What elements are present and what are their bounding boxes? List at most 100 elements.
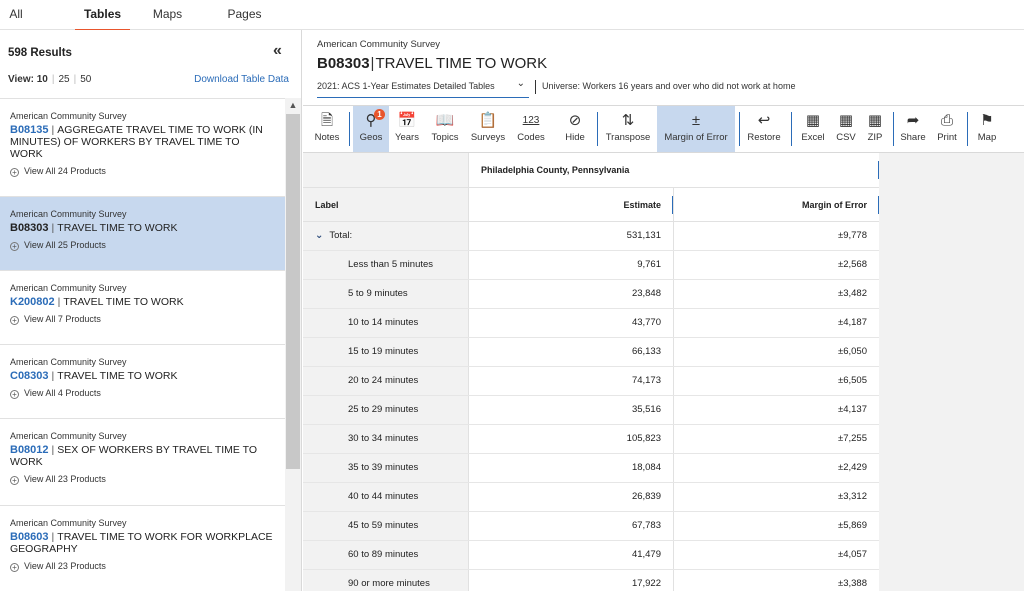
margin-of-error-button[interactable]: ± Margin of Error (657, 106, 735, 152)
undo-icon: ↩ (757, 112, 771, 129)
map-icon: ⚑ (980, 112, 994, 129)
table-row: 30 to 34 minutes 105,823 ±7,255 (303, 425, 879, 454)
results-panel: 598 Results « View: 10 | 25 | 50 Download Ta… (0, 30, 302, 591)
restore-button[interactable]: ↩ Restore (743, 106, 785, 152)
list-item[interactable]: American Community Survey B08303 | TRAVEL … (0, 197, 285, 271)
row-label: 15 to 19 minutes (303, 338, 469, 366)
item-title-line: K200802 | TRAVEL TIME TO WORK (10, 296, 184, 308)
hide-button[interactable]: ⊘ Hide (557, 106, 593, 152)
item-title-line: B08303 | TRAVEL TIME TO WORK (10, 222, 178, 234)
list-item[interactable]: American Community Survey B08603 | TRAVEL … (0, 506, 285, 591)
row-label: 25 to 29 minutes (303, 396, 469, 424)
scroll-up-icon[interactable]: ▲ (287, 98, 299, 112)
view-products-link[interactable]: + View All 23 Products (10, 561, 275, 572)
estimate-cell: 35,516 (469, 396, 674, 424)
zip-button[interactable]: ▦ ZIP (861, 106, 889, 152)
item-table-id[interactable]: B08603 (10, 531, 49, 543)
view-products-link[interactable]: + View All 23 Products (10, 474, 275, 485)
view-option-50[interactable]: 50 (80, 74, 91, 85)
estimate-column-header: Estimate (469, 188, 674, 222)
moe-cell: ±4,057 (674, 541, 879, 569)
codes-button[interactable]: 123 Codes (513, 106, 549, 152)
table-row: 10 to 14 minutes 43,770 ±4,187 (303, 309, 879, 338)
plus-circle-icon: + (10, 563, 19, 572)
list-item[interactable]: American Community Survey B08012 | SEX OF … (0, 419, 285, 506)
view-products-link[interactable]: + View All 7 Products (10, 314, 275, 325)
share-button[interactable]: ➦ Share (897, 106, 929, 152)
notes-button[interactable]: 🗎 Notes (309, 106, 345, 152)
universe-text: Universe: Workers 16 years and over who … (535, 80, 795, 94)
results-list: American Community Survey B08135 | AGGREGA… (0, 98, 285, 591)
view-products-link[interactable]: + View All 4 Products (10, 388, 275, 399)
moe-cell: ±3,312 (674, 483, 879, 511)
csv-button[interactable]: ▦ CSV (831, 106, 861, 152)
estimate-cell: 43,770 (469, 309, 674, 337)
estimate-cell: 66,133 (469, 338, 674, 366)
view-options: View: 10 | 25 | 50 (8, 74, 91, 85)
clipboard-icon: 📋 (478, 112, 498, 129)
moe-cell: ±3,482 (674, 280, 879, 308)
zip-icon: ▦ (867, 112, 883, 129)
view-option-25[interactable]: 25 (58, 74, 69, 85)
moe-cell: ±5,869 (674, 512, 879, 540)
column-resize-handle[interactable] (878, 161, 879, 179)
plus-circle-icon: + (10, 316, 19, 325)
moe-cell: ±6,505 (674, 367, 879, 395)
item-table-id[interactable]: K200802 (10, 296, 55, 308)
estimate-cell: 67,783 (469, 512, 674, 540)
moe-cell: ±3,388 (674, 570, 879, 591)
map-button[interactable]: ⚑ Map (971, 106, 1003, 152)
chevron-down-icon[interactable]: ⌄ (315, 222, 323, 250)
tab-all[interactable]: All (0, 0, 32, 30)
item-survey: American Community Survey (10, 283, 127, 293)
item-table-id[interactable]: C08303 (10, 370, 49, 382)
item-table-id[interactable]: B08135 (10, 124, 49, 136)
column-resize-handle[interactable] (672, 196, 673, 214)
item-title: TRAVEL TIME TO WORK (57, 370, 178, 382)
item-title: TRAVEL TIME TO WORK (63, 296, 184, 308)
tab-pages[interactable]: Pages (222, 0, 267, 30)
estimate-cell: 531,131 (469, 222, 674, 250)
row-label: 40 to 44 minutes (303, 483, 469, 511)
topics-button[interactable]: 📖 Topics (425, 106, 465, 152)
row-label: 45 to 59 minutes (303, 512, 469, 540)
row-label: 30 to 34 minutes (303, 425, 469, 453)
plus-circle-icon: + (10, 168, 19, 177)
table-header: American Community Survey B08303|TRAVEL … (303, 30, 1024, 105)
download-table-data-link[interactable]: Download Table Data (194, 74, 289, 85)
view-products-link[interactable]: + View All 25 Products (10, 240, 275, 251)
item-table-id[interactable]: B08012 (10, 444, 49, 456)
collapse-panel-icon[interactable]: « (273, 42, 282, 60)
print-button[interactable]: ⎙ Print (931, 106, 963, 152)
tab-tables[interactable]: Tables (75, 0, 130, 32)
moe-cell: ±2,568 (674, 251, 879, 279)
years-button[interactable]: 📅 Years (389, 106, 425, 152)
dataset-dropdown[interactable]: 2021: ACS 1-Year Estimates Detailed Tabl… (317, 78, 529, 98)
list-item[interactable]: American Community Survey C08303 | TRAVEL … (0, 345, 285, 419)
page-title: B08303|TRAVEL TIME TO WORK (317, 55, 548, 72)
item-table-id[interactable]: B08303 (10, 222, 49, 234)
column-resize-handle[interactable] (878, 196, 879, 214)
notes-icon: 🗎 (320, 112, 334, 129)
row-label: Less than 5 minutes (303, 251, 469, 279)
excel-button[interactable]: ▦ Excel (795, 106, 831, 152)
list-item[interactable]: American Community Survey K200802 | TRAVEL… (0, 271, 285, 345)
table-row: 25 to 29 minutes 35,516 ±4,137 (303, 396, 879, 425)
table-toolbar: 🗎 Notes ⚲ Geos 1 📅 Years 📖 Topics 📋 Surveys 1… (303, 105, 1024, 153)
surveys-button[interactable]: 📋 Surveys (467, 106, 509, 152)
results-scroll-thumb[interactable] (286, 114, 300, 469)
geography-header: Philadelphia County, Pennsylvania (469, 153, 879, 188)
table-row: ⌄ Total: 531,131 ±9,778 (303, 222, 879, 251)
view-products-link[interactable]: + View All 24 Products (10, 166, 275, 177)
moe-cell: ±6,050 (674, 338, 879, 366)
geos-button[interactable]: ⚲ Geos 1 (353, 106, 389, 152)
item-title: TRAVEL TIME TO WORK (57, 222, 178, 234)
list-item[interactable]: American Community Survey B08135 | AGGREGA… (0, 99, 285, 197)
toolbar-divider (739, 112, 740, 146)
tab-maps[interactable]: Maps (145, 0, 190, 30)
excel-icon: ▦ (805, 112, 821, 129)
view-option-10[interactable]: 10 (37, 74, 48, 85)
estimate-cell: 18,084 (469, 454, 674, 482)
transpose-button[interactable]: ⇅ Transpose (601, 106, 655, 152)
toolbar-divider (791, 112, 792, 146)
